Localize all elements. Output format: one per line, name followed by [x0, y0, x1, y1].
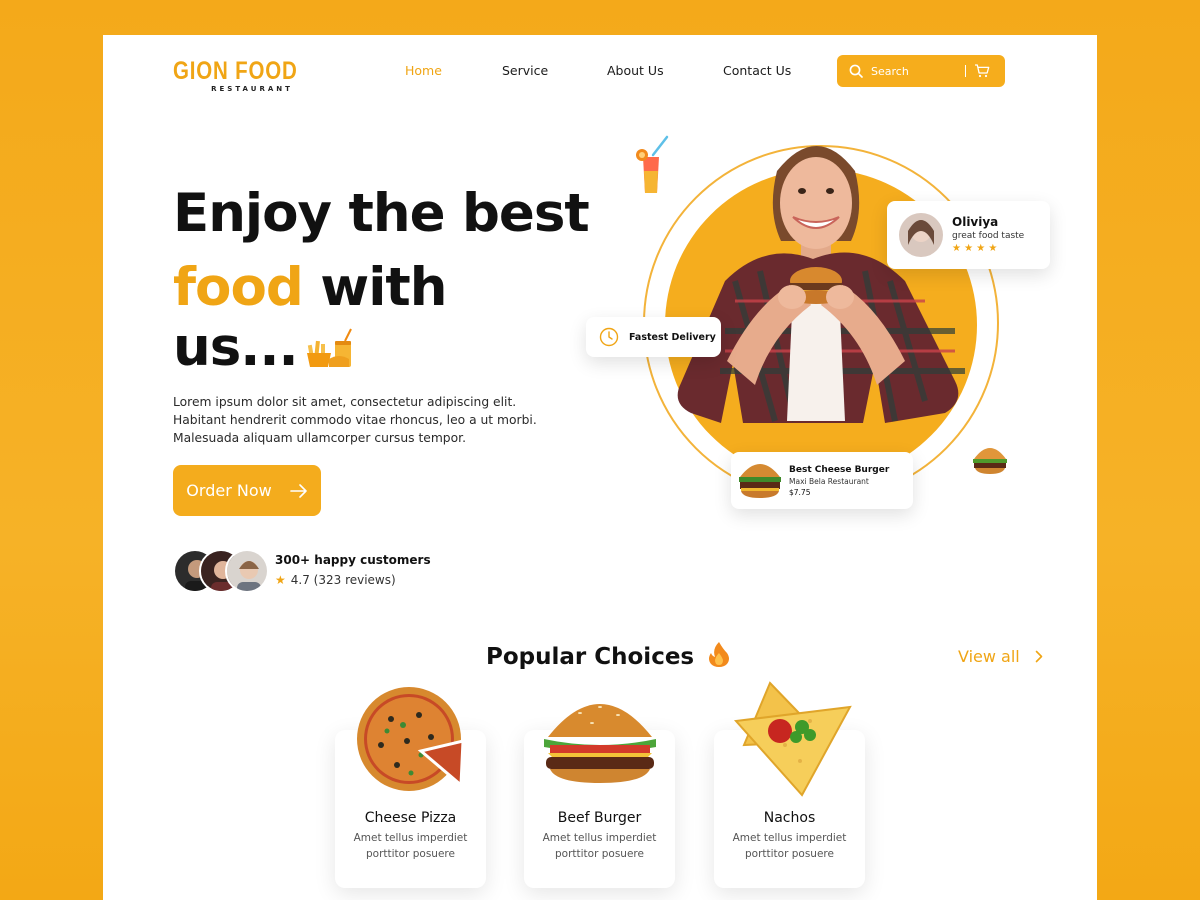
review-card[interactable]: Oliviya great food taste ★ ★ ★ ★ [887, 201, 1050, 269]
clock-icon [599, 327, 619, 347]
search-icon[interactable] [849, 64, 863, 78]
reviewer-name: Oliviya [952, 215, 999, 229]
food-description: Amet tellus imperdiet porttitor posuere [732, 832, 847, 860]
brand-logo[interactable]: GION FOOD RESTAURANT [173, 57, 313, 93]
search-bar [837, 55, 1005, 87]
view-all-link[interactable]: View all [958, 647, 1043, 666]
food-name: Nachos [763, 810, 816, 826]
best-burger-card[interactable]: Best Cheese Burger Maxi Bela Restaurant … [731, 452, 913, 509]
fries-drink-icon [307, 328, 352, 367]
customer-stats: 300+ happy customers ★ 4.7 (323 reviews) [275, 553, 431, 587]
review-stars: ★ ★ ★ ★ [952, 243, 998, 254]
food-name: Beef Burger [557, 810, 642, 826]
hero-highlight: food [173, 257, 304, 318]
hero-heading-line-2: food with [173, 257, 447, 318]
order-now-label: Order Now [186, 481, 272, 500]
rating-text: 4.7 (323 reviews) [290, 573, 396, 587]
nav-about-us[interactable]: About Us [607, 63, 664, 78]
customer-rating: ★ 4.7 (323 reviews) [275, 573, 431, 587]
page-card: GION FOOD RESTAURANT Home Service About … [103, 35, 1097, 900]
arrow-right-icon [289, 483, 307, 498]
nav-contact-us[interactable]: Contact Us [723, 63, 791, 78]
customer-avatars [173, 549, 269, 593]
brand-tagline: RESTAURANT [211, 85, 293, 93]
product-restaurant: Maxi Bela Restaurant [789, 477, 869, 486]
burger-icon [739, 464, 781, 498]
pizza-image [357, 687, 465, 791]
chevron-right-icon [1035, 650, 1043, 663]
order-now-button[interactable]: Order Now [173, 465, 321, 516]
hero-woman-image [677, 146, 965, 423]
nav-service[interactable]: Service [502, 63, 548, 78]
avatar [225, 549, 269, 593]
hero-heading-us: us... [173, 317, 299, 378]
view-all-label: View all [958, 647, 1020, 666]
hero-heading-with: with [320, 257, 447, 318]
product-price: $7.75 [789, 488, 811, 497]
small-burger-icon [973, 448, 1007, 474]
popular-choices-label: Popular Choices [486, 644, 695, 670]
delivery-label: Fastest Delivery [629, 331, 716, 343]
food-name: Cheese Pizza [364, 810, 457, 826]
reviewer-avatar [899, 213, 943, 257]
food-description: Amet tellus imperdiet porttitor posuere [353, 832, 468, 860]
search-divider [965, 65, 966, 77]
fastest-delivery-card[interactable]: Fastest Delivery [586, 317, 721, 357]
cart-icon[interactable] [974, 64, 990, 78]
brand-name: GION FOOD [173, 57, 298, 85]
nachos-image [733, 681, 852, 797]
search-input[interactable] [871, 64, 957, 78]
hero-heading-line-1: Enjoy the best [173, 183, 590, 244]
nav-home[interactable]: Home [405, 63, 442, 78]
hero-heading-line-3: us... [173, 317, 299, 378]
fire-icon [709, 642, 730, 667]
burger-image [544, 704, 656, 783]
popular-choices-title: Popular Choices [486, 641, 730, 670]
customer-count: 300+ happy customers [275, 553, 431, 567]
food-description: Amet tellus imperdiet porttitor posuere [542, 832, 657, 860]
star-icon: ★ [275, 573, 286, 587]
product-name: Best Cheese Burger [789, 465, 890, 475]
review-text: great food taste [952, 231, 1025, 241]
hero-description: Lorem ipsum dolor sit amet, consectetur … [173, 395, 537, 445]
